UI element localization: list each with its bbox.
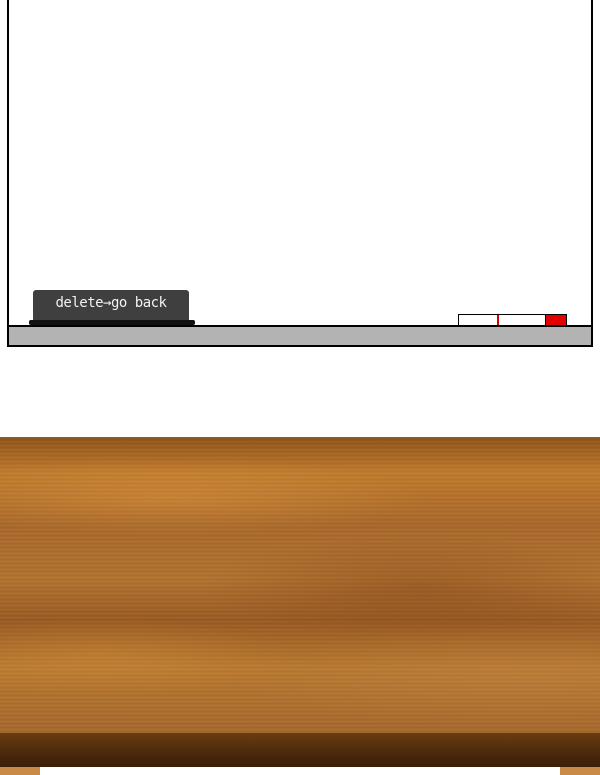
desk-leg-right (560, 767, 600, 775)
eraser-button[interactable]: delete→go back (29, 290, 195, 326)
marker-pen[interactable] (458, 314, 568, 326)
desk-wood-grain (0, 437, 600, 733)
whiteboard-surface[interactable] (7, 0, 593, 326)
marker-band (497, 315, 499, 325)
eraser-label: delete→go back (55, 295, 167, 311)
whiteboard-tray (7, 325, 593, 347)
wooden-desk (0, 437, 600, 775)
game-scene: delete→go back (0, 0, 600, 775)
marker-barrel (458, 314, 546, 326)
desk-edge (0, 733, 600, 767)
marker-cap (545, 314, 567, 326)
desk-leg-left (0, 767, 40, 775)
eraser-felt (29, 320, 195, 325)
